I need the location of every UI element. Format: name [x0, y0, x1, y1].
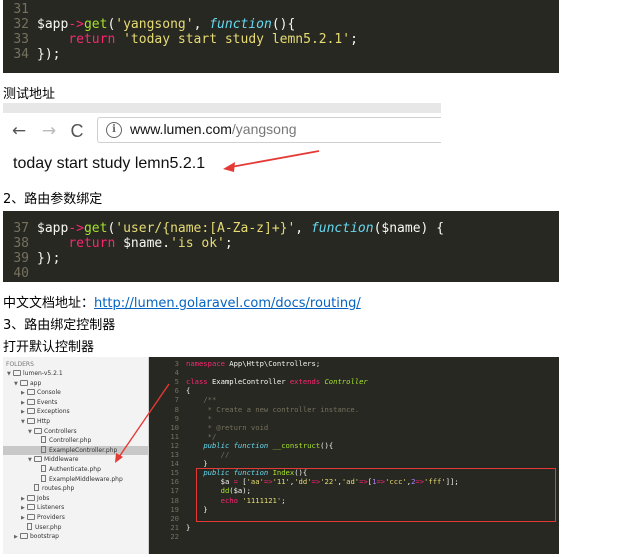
code-text: $app->get('yangsong', function(){ [37, 17, 296, 32]
line-number: 33 [13, 32, 29, 47]
heading-open-controller: 打开默认控制器 [3, 340, 95, 355]
code-snippet-yangsong-route: 31 32 $app->get('yangsong', function(){ … [3, 0, 559, 73]
code-line: 33 return 'today start study lemn5.2.1'; [3, 32, 559, 47]
line-number: 32 [13, 17, 29, 32]
code-line: 34 }); [3, 47, 559, 62]
code-line: 38 return $name.'is ok'; [3, 236, 559, 251]
code-line: 40 [3, 266, 559, 281]
code-snippet-param-route: 37 $app->get('user/{name:[A-Za-z]+}', fu… [3, 211, 559, 282]
code-line: 31 [3, 2, 559, 17]
line-number: 31 [13, 2, 29, 17]
heading-route-param: 2、路由参数绑定 [3, 192, 103, 207]
code-line: 32 $app->get('yangsong', function(){ [3, 17, 559, 32]
doc-label: 中文文档地址： [3, 296, 95, 311]
line-number: 40 [13, 266, 29, 281]
code-text: return 'today start study lemn5.2.1'; [68, 32, 358, 47]
code-line: 39 }); [3, 251, 559, 266]
line-number: 38 [13, 236, 29, 251]
line-number: 39 [13, 251, 29, 266]
editor-screenshot: FOLDERS ▼ lumen-v5.2.1 ▼ app ▶ Console ▶ Events ▶… [3, 357, 559, 554]
browser-screenshot: ← → C i www.lumen.com/yangsong today sta… [3, 103, 441, 185]
code-line: 37 $app->get('user/{name:[A-Za-z]+}', fu… [3, 221, 559, 236]
code-text: $app->get('user/{name:[A-Za-z]+}', funct… [37, 221, 445, 236]
doc-address-line: 中文文档地址：http://lumen.golaravel.com/docs/r… [3, 292, 361, 311]
doc-link[interactable]: http://lumen.golaravel.com/docs/routing/ [94, 296, 361, 311]
code-text: return $name.'is ok'; [68, 236, 233, 251]
line-number: 37 [13, 221, 29, 236]
heading-route-controller: 3、路由绑定控制器 [3, 318, 116, 333]
annotation-arrow [223, 150, 320, 172]
line-number: 34 [13, 47, 29, 62]
heading-test-url: 测试地址 [3, 87, 56, 102]
code-text: }); [37, 251, 61, 266]
annotation-arrow [115, 383, 170, 463]
code-text: }); [37, 47, 61, 62]
